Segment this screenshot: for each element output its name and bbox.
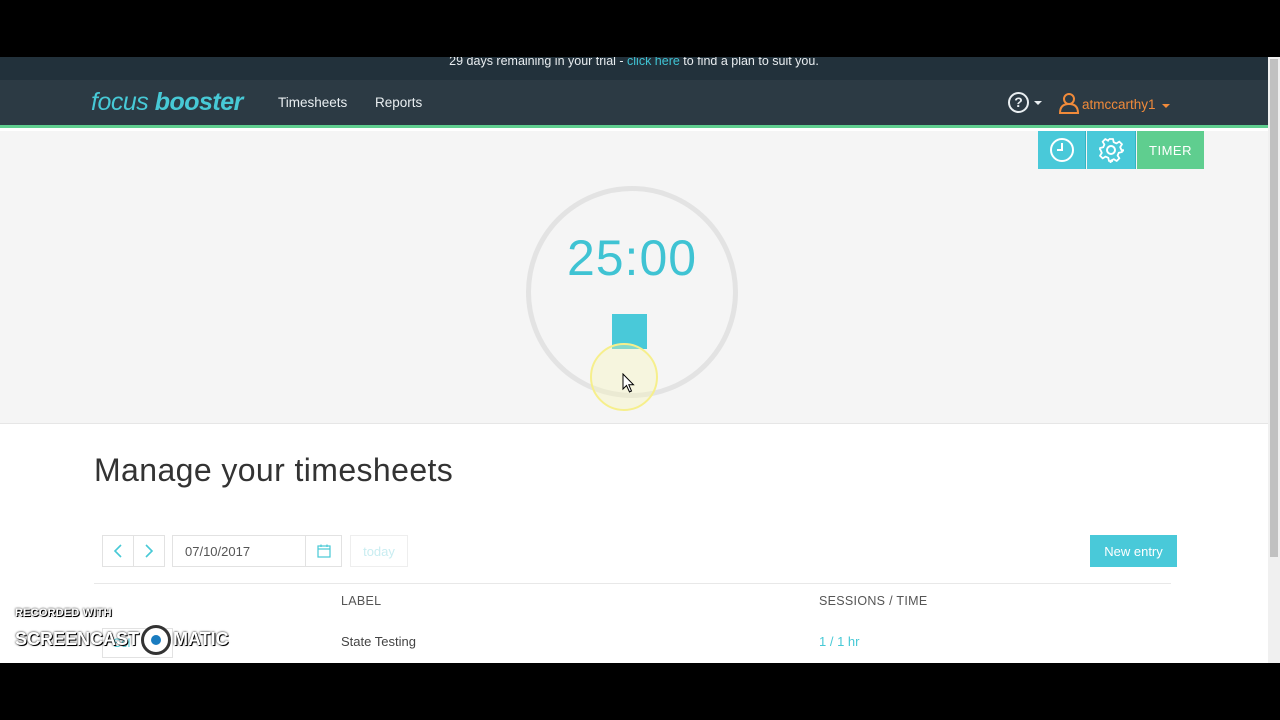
previous-day-button[interactable] xyxy=(102,535,134,567)
user-icon xyxy=(1058,93,1080,114)
table-divider xyxy=(94,583,1171,584)
help-menu[interactable]: ? xyxy=(1008,92,1044,116)
mouse-pointer-icon xyxy=(622,373,635,393)
page-title: Manage your timesheets xyxy=(94,452,454,488)
date-picker xyxy=(172,535,342,567)
watermark-right-text: MATIC xyxy=(173,628,229,649)
vertical-scrollbar[interactable] xyxy=(1268,57,1280,663)
calendar-icon xyxy=(317,544,331,558)
date-input[interactable] xyxy=(173,536,306,566)
top-navbar: focus booster Timesheets Reports ? atmcc… xyxy=(0,80,1268,128)
username: atmccarthy1 xyxy=(1082,97,1156,112)
screencast-watermark: RECORDED WITH SCREENCAST MATIC xyxy=(15,607,229,657)
screen: 29 days remaining in your trial - click … xyxy=(0,0,1280,720)
history-button[interactable] xyxy=(1038,131,1086,169)
scrollbar-thumb[interactable] xyxy=(1270,59,1278,557)
settings-button[interactable] xyxy=(1087,131,1136,169)
nav-timesheets-link[interactable]: Timesheets xyxy=(278,95,347,110)
chevron-right-icon xyxy=(145,544,154,558)
trial-text: 29 days remaining in your trial - xyxy=(449,57,628,68)
timer-panel: TIMER 25:00 xyxy=(0,131,1268,424)
row-label: State Testing xyxy=(341,634,416,649)
calendar-button[interactable] xyxy=(307,536,341,566)
chevron-left-icon xyxy=(113,544,122,558)
row-sessions-link[interactable]: 1 / 1 hr xyxy=(819,634,859,649)
watermark-left-text: SCREENCAST xyxy=(15,628,140,649)
focus-booster-logo[interactable]: focus booster xyxy=(91,88,243,117)
column-header-label: LABEL xyxy=(341,594,382,608)
column-header-sessions: SESSIONS / TIME xyxy=(819,594,928,608)
logo-light-text: focus xyxy=(91,88,155,116)
question-circle-icon: ? xyxy=(1008,92,1029,113)
trial-text-end: to find a plan to suit you. xyxy=(679,57,819,68)
clock-icon xyxy=(1049,138,1074,162)
timer-display: 25:00 xyxy=(566,230,698,286)
trial-banner: 29 days remaining in your trial - click … xyxy=(0,57,1268,80)
gear-icon xyxy=(1099,138,1124,163)
watermark-top-text: RECORDED WITH xyxy=(15,607,112,619)
nav-reports-link[interactable]: Reports xyxy=(375,95,422,110)
chevron-down-icon xyxy=(1162,104,1170,108)
watermark-brand: SCREENCAST MATIC xyxy=(15,625,229,655)
trial-plan-link[interactable]: click here xyxy=(627,57,680,68)
browser-viewport: 29 days remaining in your trial - click … xyxy=(0,57,1268,663)
timer-tab-button[interactable]: TIMER xyxy=(1137,131,1204,169)
screencast-logo-icon xyxy=(141,625,172,655)
today-button[interactable]: today xyxy=(350,535,408,567)
next-day-button[interactable] xyxy=(133,535,165,567)
new-entry-button[interactable]: New entry xyxy=(1090,535,1177,567)
logo-bold-text: booster xyxy=(154,88,244,116)
chevron-down-icon xyxy=(1034,101,1042,105)
